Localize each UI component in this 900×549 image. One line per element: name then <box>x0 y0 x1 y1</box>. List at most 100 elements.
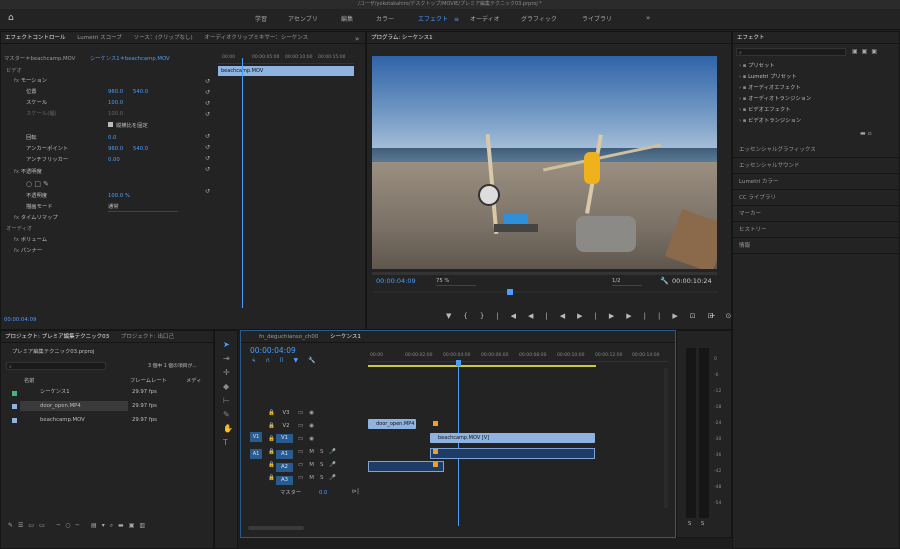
ec-anchor-y[interactable]: 540.0 <box>133 145 148 154</box>
effects-tree-video-transitions[interactable]: › ▪ ビデオトランジション <box>739 117 801 126</box>
project-search-input[interactable]: ⌕ <box>6 362 106 370</box>
audio-clip-a1[interactable] <box>430 448 595 459</box>
track-v1[interactable]: V1 <box>276 434 293 443</box>
project-col-media[interactable]: メディ <box>186 377 202 386</box>
section-info[interactable]: 情報 <box>733 238 899 254</box>
effects-tree-lumetri[interactable]: › ▪ Lumetri プリセット <box>739 73 797 82</box>
add-button-icon[interactable]: + <box>709 311 716 320</box>
effects-tree-audio-effects[interactable]: › ▪ オーディオエフェクト <box>739 84 801 93</box>
ec-anchor-x[interactable]: 960.0 <box>108 145 123 154</box>
timeline-horizontal-scrollbar[interactable] <box>248 526 304 530</box>
workspace-tab-edit[interactable]: 編集 <box>341 11 353 28</box>
ec-rotation-value[interactable]: 0.0 <box>108 134 116 143</box>
effects-search-input[interactable]: ⌕ <box>736 48 846 56</box>
ec-uniform-scale[interactable]: 縦横比を固定 <box>108 122 148 131</box>
track-select-tool-icon[interactable]: ⇥ <box>223 354 230 363</box>
mask-shape-icons[interactable]: ○ □ ✎ <box>26 180 49 188</box>
workspace-tab-libraries[interactable]: ライブラリ <box>582 11 612 28</box>
project-bottom-toolbar[interactable]: ✎☰▭▭ ─○─ ▤▾⌕▬▣▥ <box>8 522 150 530</box>
audio-fx-badge[interactable] <box>433 462 438 467</box>
master-track-icon[interactable]: ⊳| <box>352 488 359 495</box>
panel-overflow-icon[interactable]: » <box>355 35 359 43</box>
hand-tool-icon[interactable]: ✋ <box>223 424 233 433</box>
ec-time-remap[interactable]: fx タイムリマップ <box>14 214 58 223</box>
program-timecode[interactable]: 00:00:04:09 <box>376 277 416 286</box>
section-essential-graphics[interactable]: エッセンシャルグラフィックス <box>733 142 899 158</box>
tab-source[interactable]: ソース：(クリップなし) <box>134 32 193 43</box>
wrench-icon[interactable]: 🔧 <box>660 277 669 285</box>
tab-audio-mixer[interactable]: オーディオクリップミキサー：シーケンス <box>204 32 308 43</box>
label-color-swatch[interactable] <box>12 404 17 409</box>
section-essential-sound[interactable]: エッセンシャルサウンド <box>733 158 899 174</box>
project-item-name[interactable]: door_open.MP4 <box>40 402 81 411</box>
clip-door-open-v2[interactable]: door_open.MP4 [V] <box>368 419 416 429</box>
meter-solo-right[interactable]: S <box>701 520 704 529</box>
ec-opacity-value[interactable]: 100.0 % <box>108 192 130 201</box>
new-bin-icon[interactable]: ▬ ▫ <box>860 130 872 137</box>
more-workspaces-icon[interactable]: » <box>646 14 650 22</box>
ec-antiflicker-value[interactable]: 0.00 <box>108 156 120 165</box>
ec-position-y[interactable]: 540.0 <box>133 88 148 97</box>
tab-sequence-other[interactable]: fn_deguchianso_ch00 <box>259 331 318 342</box>
section-history[interactable]: ヒストリー <box>733 222 899 238</box>
track-v2[interactable]: V2 <box>280 422 292 431</box>
selection-tool-icon[interactable]: ➤ <box>223 340 230 349</box>
tab-effect-controls[interactable]: エフェクトコントロール <box>5 32 66 43</box>
section-lumetri-color[interactable]: Lumetri カラー <box>733 174 899 190</box>
type-tool-icon[interactable]: T <box>223 438 228 447</box>
track-a2[interactable]: A2 <box>276 463 293 472</box>
tab-project-main[interactable]: プロジェクト: プレミア編集テクニック03 <box>5 331 109 342</box>
project-item-name[interactable]: シーケンス1 <box>40 388 70 397</box>
razor-tool-icon[interactable]: ◆ <box>223 382 229 391</box>
checkbox-icon[interactable] <box>108 122 113 127</box>
tab-project-secondary[interactable]: プロジェクト: 出口己 <box>121 331 174 342</box>
track-a3[interactable]: A3 <box>276 476 293 485</box>
project-col-fps[interactable]: フレームレート <box>130 377 167 386</box>
ec-position-x[interactable]: 960.0 <box>108 88 123 97</box>
project-col-name[interactable]: 名前 <box>24 377 35 386</box>
workspace-tab-graphics[interactable]: グラフィック <box>521 11 557 28</box>
clip-fx-badge[interactable] <box>433 421 438 426</box>
ec-playhead[interactable] <box>242 58 243 308</box>
tab-lumetri-scopes[interactable]: Lumetri スコープ <box>77 32 122 43</box>
label-color-swatch[interactable] <box>12 391 17 396</box>
workspace-tab-learn[interactable]: 学習 <box>255 11 267 28</box>
tab-sequence1[interactable]: シーケンス1 <box>330 331 361 342</box>
workspace-tab-color[interactable]: カラー <box>376 11 394 28</box>
source-patch-a1[interactable]: A1 <box>250 449 262 459</box>
ec-timecode[interactable]: 00:00:04:09 <box>4 316 36 325</box>
program-scrub-bar[interactable] <box>372 272 717 275</box>
ripple-edit-tool-icon[interactable]: ✛ <box>223 368 230 377</box>
clip-beachcamp-v1[interactable]: beachcamp.MOV [V] <box>430 433 595 443</box>
zoom-select[interactable]: 75 % <box>436 277 476 286</box>
home-icon[interactable]: ⌂ <box>8 13 14 23</box>
effects-tree-audio-transitions[interactable]: › ▪ オーディオトランジション <box>739 95 811 104</box>
timeline-vertical-scrollbar[interactable] <box>664 368 668 508</box>
audio-fx-badge[interactable] <box>433 449 438 454</box>
workspace-tab-audio[interactable]: オーディオ <box>470 11 500 28</box>
master-clip-label[interactable]: マスター＊beachcamp.MOV <box>4 55 75 64</box>
ec-blend-select[interactable]: 通常 <box>108 203 178 212</box>
track-a1[interactable]: A1 <box>276 450 293 459</box>
program-timebar[interactable] <box>373 291 718 293</box>
effects-filter-icons[interactable]: ▣▣▣ <box>852 48 881 55</box>
effects-tree-video-effects[interactable]: › ▪ ビデオエフェクト <box>739 106 790 115</box>
sequence-clip-label[interactable]: シーケンス1＊beachcamp.MOV <box>90 55 170 64</box>
menu-icon[interactable]: ≡ <box>454 16 459 23</box>
reset-icon[interactable]: ↺ ↺ ↺ ↺ ↺ ↺ ↺ ↺ ↺ <box>205 76 210 197</box>
ec-volume[interactable]: fx ボリューム <box>14 236 47 245</box>
slip-tool-icon[interactable]: ⊢ <box>223 396 230 405</box>
meter-solo-left[interactable]: S <box>688 520 691 529</box>
program-playhead[interactable] <box>507 289 513 295</box>
ec-motion[interactable]: fx モーション <box>14 77 47 86</box>
section-markers[interactable]: マーカー <box>733 206 899 222</box>
effects-tree-presets[interactable]: › ▪ プリセット <box>739 62 775 71</box>
timeline-toolbar-icons[interactable]: ⩯∩⌷▼🔧 <box>252 357 326 365</box>
track-v3[interactable]: V3 <box>280 409 292 418</box>
program-video[interactable] <box>372 56 717 269</box>
timeline-timecode[interactable]: 00:00:04:09 <box>250 346 296 355</box>
track-lock-icons[interactable]: 🔒 🔒 🔒 🔒 🔒 🔒 <box>268 407 275 485</box>
timeline-playhead[interactable] <box>458 366 459 526</box>
quality-select[interactable]: 1/2 <box>612 277 642 286</box>
ec-clip-bar[interactable]: beachcamp.MOV <box>218 66 354 76</box>
